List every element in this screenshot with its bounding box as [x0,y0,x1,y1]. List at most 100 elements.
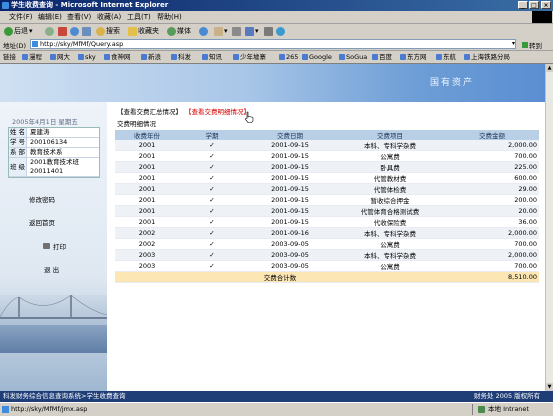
address-label: 地址(D) [3,42,27,50]
messenger-button[interactable] [276,26,285,36]
history-icon [199,26,208,36]
logout-link[interactable]: 退 出 [44,264,59,274]
status-zone: 本地 Intranet [488,405,529,413]
link-page-icon [464,54,470,60]
vertical-scrollbar[interactable]: ▲ ▼ [545,64,553,391]
link-item[interactable]: 漫程 [22,53,42,61]
link-page-icon [50,54,56,60]
menu-help[interactable]: 帮助(H) [157,13,182,21]
minimize-button[interactable]: _ [518,1,528,9]
table-row: 2001 ✓ 2001-09-15 代管教材费 600.00 [115,172,539,184]
cell-item: 本科、专科学杂费 [335,227,445,239]
cell-date: 2001-09-15 [245,216,335,228]
mail-icon [214,26,223,36]
user-value: 夏建涛 [30,128,50,136]
cell-date: 2001-09-15 [245,140,335,151]
link-item[interactable]: 网大 [50,53,70,61]
user-value: 20011401 [30,167,64,175]
banner-text: 国有资产 [430,78,475,88]
link-item[interactable]: 东航 [436,53,456,61]
link-item[interactable]: 科发 [171,53,191,61]
cell-year: 2001 [115,161,179,173]
cell-date: 2001-09-15 [245,150,335,162]
table-row: 2002 ✓ 2003-09-05 公寓费 700.00 [115,238,539,250]
refresh-button[interactable] [70,26,79,36]
home-link[interactable]: 返回首页 [29,217,55,227]
menu-view[interactable]: 查看(V) [67,13,91,21]
print-toolbar-button[interactable] [232,26,241,36]
menu-file[interactable]: 文件(F) [9,13,33,21]
table-row: 2001 ✓ 2001-09-15 代收保险费 36.00 [115,216,539,228]
home-button[interactable] [82,26,91,36]
link-item[interactable]: sky [78,53,96,61]
current-date: 2005年4月1日 星期五 [12,118,78,126]
main-area: 【查看交费汇总情况】 【查看交费明细情况】 交费明细情况 收费年份 学期 交费日… [107,102,545,391]
window-title-bar: 学生收费查询 - Microsoft Internet Explorer _ □… [0,0,553,11]
user-class-values: 2001教育技术班 20011401 [27,158,79,176]
status-page-icon [2,406,9,413]
link-item[interactable]: 上海铁路分局 [464,53,510,61]
link-item[interactable]: 新浪 [141,53,161,61]
media-label: 媒体 [177,27,191,35]
cell-term: ✓ [179,205,245,217]
edit-icon [245,26,254,36]
menu-tools[interactable]: 工具(T) [127,13,151,21]
scroll-up-icon[interactable]: ▲ [546,64,553,72]
link-item[interactable]: 百度 [372,53,392,61]
link-item[interactable]: 东方网 [400,53,427,61]
menu-edit[interactable]: 编辑(E) [38,13,62,21]
discuss-button[interactable] [264,26,273,36]
detail-tab-link[interactable]: 【查看交费明细情况】 [185,106,250,116]
link-item[interactable]: Google [302,53,332,61]
toolbar: 后退 ▾ 搜索 收藏夹 媒体 ▾ ▾ [0,24,553,39]
media-button[interactable]: 媒体 [167,26,191,36]
link-item[interactable]: SoGua [339,53,367,61]
cell-date: 2003-09-05 [245,249,335,261]
links-label: 链接 [3,53,16,61]
link-item[interactable]: 知讯 [202,53,222,61]
table-row: 2001 ✓ 2001-09-15 公寓费 700.00 [115,150,539,162]
mail-button[interactable]: ▾ [214,26,228,36]
footer-right-text: 财务处 2005 版权所有 [474,392,541,400]
cell-year: 2002 [115,238,179,250]
cell-amount: 2,000.00 [445,227,539,239]
col-header-item: 交费项目 [335,130,445,140]
menu-favorites[interactable]: 收藏(A) [97,13,121,21]
edit-button[interactable]: ▾ [245,26,259,36]
messenger-icon [276,26,285,36]
link-item[interactable]: 265 [279,53,298,61]
table-row: 2002 ✓ 2001-09-16 本科、专科学杂费 2,000.00 [115,227,539,239]
back-button[interactable]: 后退 ▾ [4,26,33,36]
go-button[interactable]: 转到 [522,40,542,50]
scroll-down-icon[interactable]: ▼ [546,383,553,391]
print-link[interactable]: 打印 [43,241,66,251]
cell-date: 2001-09-15 [245,161,335,173]
address-input[interactable]: http://sky/MfMf/Query.asp [30,39,516,49]
address-dropdown-icon[interactable]: ▾ [512,40,515,47]
cell-date: 2001-09-15 [245,194,335,206]
cell-year: 2003 [115,249,179,261]
table-header-row: 收费年份 学期 交费日期 交费项目 交费金额 [115,130,539,140]
maximize-button[interactable]: □ [529,1,539,9]
history-button[interactable] [199,26,208,36]
user-label: 系 部 [9,148,27,157]
status-url: http://sky/MfMf/jmx.asp [11,405,88,413]
fee-detail-table: 收费年份 学期 交费日期 交费项目 交费金额 2001 ✓ 2001-09-15 本科… [115,130,539,283]
home-icon [82,26,91,36]
status-bar: http://sky/MfMf/jmx.asp 本地 Intranet [0,402,553,416]
link-item[interactable]: 少年墟寨 [233,53,266,61]
summary-tab-link[interactable]: 【查看交费汇总情况】 [117,106,182,116]
close-button[interactable]: × [541,1,551,9]
link-item[interactable]: 食神网 [104,53,131,61]
menu-bar: 文件(F) 编辑(E) 查看(V) 收藏(A) 工具(T) 帮助(H) [0,11,553,24]
forward-button[interactable] [45,26,54,36]
cell-term: ✓ [179,227,245,239]
cell-term: ✓ [179,161,245,173]
links-bar: 链接 漫程 网大 sky 食神网 新浪 科发 知讯 少年墟寨 265 Googl… [0,51,553,64]
table-row: 2001 ✓ 2001-09-15 暂收综合押金 200.00 [115,194,539,206]
search-button[interactable]: 搜索 [96,26,120,36]
stop-button[interactable] [58,26,67,36]
favorites-button[interactable]: 收藏夹 [128,26,159,36]
change-password-link[interactable]: 修改密码 [29,194,55,204]
table-row: 2003 ✓ 2003-09-05 公寓费 700.00 [115,260,539,272]
